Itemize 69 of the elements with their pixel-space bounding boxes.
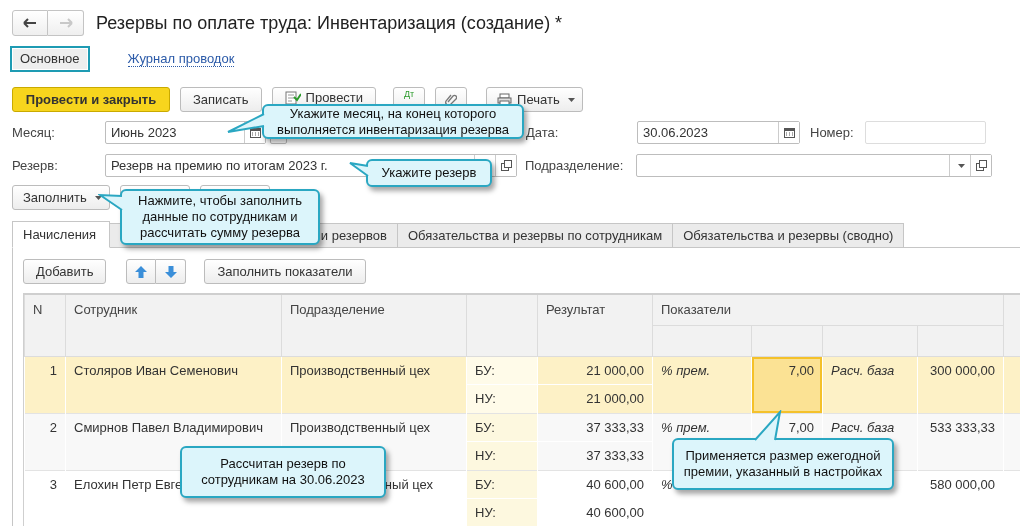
open-window-icon: [500, 160, 512, 171]
table-cell: 580 000,00: [917, 470, 1004, 526]
table-cell: 533 333,33: [917, 413, 1004, 471]
table-cell: НУ:: [466, 498, 538, 526]
table-cell: БУ:: [466, 413, 538, 442]
column-header[interactable]: Сотрудник: [65, 295, 282, 357]
hint-tooltip: Применяется размер ежегодной премии, указанный в настройках: [672, 438, 894, 490]
up-arrow-icon: [135, 265, 148, 278]
column-header[interactable]: N: [24, 295, 66, 357]
open-button[interactable]: [970, 155, 991, 176]
table-cell: 21 000,00: [537, 384, 653, 414]
field-label: Подразделение:: [525, 158, 625, 173]
table-cell: 37 333,33: [537, 441, 653, 471]
row-number: 3: [24, 470, 66, 526]
document-check-icon: [284, 91, 301, 105]
section-link[interactable]: Журнал проводок: [127, 50, 235, 67]
header-cell: [751, 325, 823, 357]
window-title: Резервы по оплате труда: Инвентаризация (создание) *: [96, 12, 563, 34]
table-cell: 21 000,00: [537, 356, 653, 385]
calendar-icon: [249, 127, 261, 138]
post-and-close-button[interactable]: Провести и закрыть: [12, 87, 170, 112]
save-button[interactable]: Записать: [180, 87, 262, 112]
table-cell: БУ:: [466, 356, 538, 385]
tab[interactable]: Обязательства и резервы по сотрудникам: [398, 223, 674, 248]
date-field[interactable]: 30.06.2023: [637, 121, 800, 144]
add-button[interactable]: Добавить: [23, 259, 107, 284]
hint-tooltip: Рассчитан резерв по сотрудникам на 30.06.2023: [180, 446, 386, 498]
table-cell: 37 333,33: [537, 413, 653, 442]
calendar-icon: [783, 127, 795, 138]
fill-indicators-button[interactable]: Заполнить показатели: [204, 259, 366, 284]
header-cell: [466, 295, 538, 357]
row-number: 1: [24, 356, 66, 414]
field-label: Номер:: [810, 125, 855, 140]
tab[interactable]: Начисления: [12, 221, 110, 248]
move-down-button[interactable]: [156, 259, 187, 284]
table-cell: НУ:: [466, 441, 538, 471]
table-cell: Расч. база: [822, 356, 918, 414]
section-tab[interactable]: Основное: [10, 45, 90, 72]
table-cell: % прем.: [652, 356, 752, 414]
down-arrow-icon: [164, 265, 177, 278]
table-cell: НУ:: [466, 384, 538, 414]
hint-tooltip: Нажмите, чтобы заполнить данные по сотрудникам и рассчитать сумму резерва: [120, 189, 320, 245]
caret-icon: [567, 97, 575, 102]
column-header[interactable]: Результат: [537, 295, 653, 357]
number-field[interactable]: [865, 121, 986, 144]
table-cell: 7,00: [751, 356, 823, 414]
fill-button[interactable]: Заполнить: [12, 185, 110, 210]
column-header[interactable]: Подразделение: [281, 295, 467, 357]
tab[interactable]: Обязательства и резервы (сводно): [673, 223, 905, 248]
paperclip-icon: [445, 92, 458, 107]
open-window-icon: [975, 160, 987, 171]
hint-tooltip: Укажите резерв: [366, 159, 492, 187]
move-up-button[interactable]: [126, 259, 157, 284]
month-field[interactable]: Июнь 2023: [105, 121, 266, 144]
table-cell: 300 000,00: [917, 356, 1004, 414]
field-label: Резерв:: [12, 158, 59, 173]
row-number: 2: [24, 413, 66, 471]
back-button[interactable]: [12, 10, 48, 36]
column-header[interactable]: Показатели: [652, 295, 1004, 326]
field-label: Месяц:: [12, 125, 56, 140]
caret-icon: [94, 195, 102, 200]
table-cell: Столяров Иван Семенович: [65, 356, 282, 414]
field-label: Дата:: [526, 125, 560, 140]
department-field[interactable]: [636, 154, 992, 177]
open-button[interactable]: [495, 155, 516, 176]
table-cell: БУ:: [466, 470, 538, 499]
calendar-button[interactable]: [778, 122, 799, 143]
caret-icon: [958, 163, 965, 168]
table-cell: Производственный цех: [281, 356, 467, 414]
